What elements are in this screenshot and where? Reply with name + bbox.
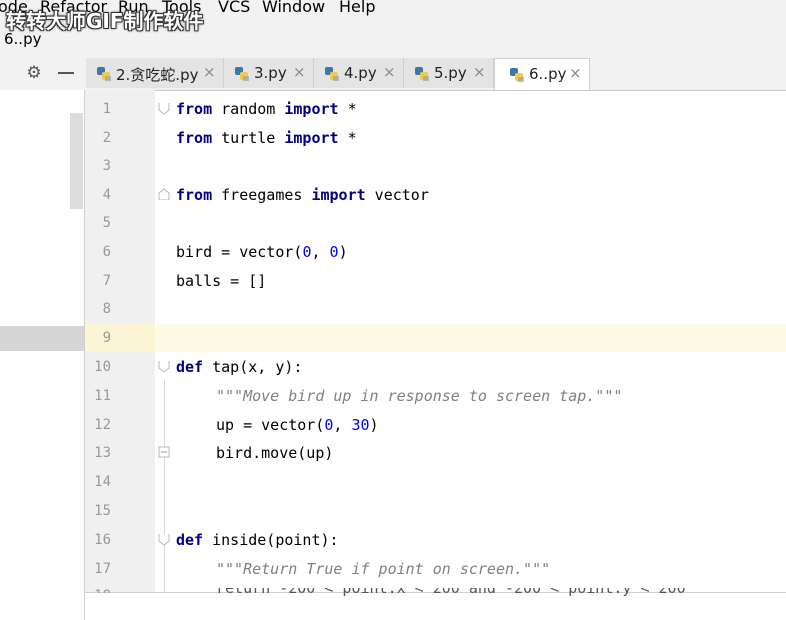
close-icon[interactable]: ×	[203, 63, 216, 81]
collapse-icon[interactable]	[56, 64, 76, 82]
tab-5[interactable]: 5.py ×	[404, 58, 494, 88]
current-line-highlight	[85, 324, 786, 352]
tab-label: 3.py	[254, 64, 287, 82]
line-number: 17	[94, 561, 111, 577]
line-number: 4	[102, 187, 111, 203]
tab-label: 2.贪吃蛇.py	[116, 66, 199, 84]
line-number: 14	[94, 474, 111, 490]
line-number: 13	[94, 445, 111, 461]
line-number: 7	[102, 273, 111, 289]
project-selected-row[interactable]	[0, 326, 84, 351]
tab-2-snake[interactable]: 2.贪吃蛇.py ×	[86, 58, 224, 88]
close-icon[interactable]: ×	[473, 63, 486, 81]
fold-marker-icon[interactable]	[158, 361, 170, 373]
line-number: 6	[102, 244, 111, 260]
line-number: 11	[94, 388, 111, 404]
close-icon[interactable]: ×	[293, 63, 306, 81]
fold-marker-icon[interactable]	[158, 103, 170, 115]
close-icon[interactable]: ×	[569, 64, 582, 82]
code-line-18-partial[interactable]: return -200 < point.x < 200 and -200 < p…	[216, 588, 686, 600]
gear-icon[interactable]: ⚙	[24, 63, 44, 83]
menu-help[interactable]: Help	[339, 0, 375, 16]
python-file-icon	[97, 67, 111, 81]
python-file-icon	[510, 68, 524, 82]
code-line-11-docstring[interactable]: """Move bird up in response to screen ta…	[216, 387, 622, 405]
code-line-6[interactable]: bird = vector(0, 0)	[176, 243, 348, 261]
tab-label: 6..py	[529, 65, 567, 83]
tab-4[interactable]: 4.py ×	[314, 58, 404, 88]
line-number: 8	[102, 301, 111, 317]
line-number: 16	[94, 532, 111, 548]
tab-3[interactable]: 3.py ×	[224, 58, 314, 88]
code-line-7[interactable]: balls = []	[176, 272, 266, 290]
line-number: 5	[102, 215, 111, 231]
python-file-icon	[415, 67, 429, 81]
code-line-10[interactable]: def tap(x, y):	[176, 358, 302, 376]
tab-label: 5.py	[434, 64, 467, 82]
python-file-icon	[235, 67, 249, 81]
project-scrollbar[interactable]	[70, 113, 83, 209]
close-icon[interactable]: ×	[383, 63, 396, 81]
line-number: 15	[94, 503, 111, 519]
code-line-16[interactable]: def inside(point):	[176, 531, 339, 549]
line-number: 2	[102, 130, 111, 146]
code-line-12[interactable]: up = vector(0, 30)	[216, 416, 379, 434]
fold-marker-icon[interactable]	[158, 188, 170, 200]
fold-marker-icon[interactable]	[158, 534, 170, 546]
code-line-17-docstring[interactable]: """Return True if point on screen."""	[216, 560, 550, 578]
python-file-icon	[325, 67, 339, 81]
line-number: 9	[102, 330, 111, 346]
watermark-text: 转转大师GIF制作软件	[6, 9, 204, 33]
code-line-1[interactable]: from random import *	[176, 100, 357, 118]
tab-6-active[interactable]: 6..py ×	[494, 58, 590, 90]
line-number: 12	[94, 417, 111, 433]
tab-label: 4.py	[344, 64, 377, 82]
fold-marker-icon[interactable]	[158, 446, 170, 458]
menu-vcs[interactable]: VCS	[218, 0, 250, 16]
code-line-4[interactable]: from freegames import vector	[176, 186, 429, 204]
code-line-2[interactable]: from turtle import *	[176, 129, 357, 147]
indent-guide	[164, 380, 165, 592]
line-number: 10	[94, 359, 111, 375]
code-line-13[interactable]: bird.move(up)	[216, 444, 333, 462]
line-number: 18	[85, 588, 111, 593]
menu-window[interactable]: Window	[262, 0, 325, 16]
line-number: 1	[102, 101, 111, 117]
line-number: 3	[102, 158, 111, 174]
